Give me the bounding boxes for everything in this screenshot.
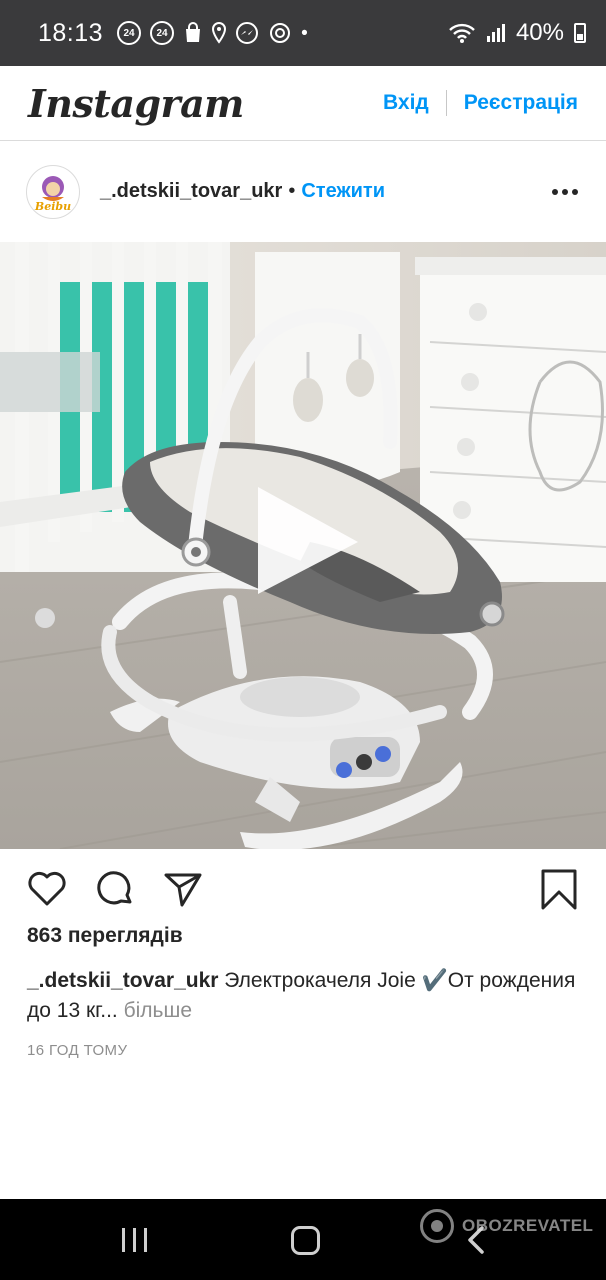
badge-24-icon: 24 bbox=[117, 21, 142, 45]
shopping-bag-icon bbox=[186, 22, 201, 42]
post-actions bbox=[0, 849, 606, 929]
caption-username[interactable]: _.detskii_tovar_ukr bbox=[27, 969, 218, 992]
navigation-bar: OBOZREVATEL bbox=[0, 1199, 606, 1280]
post-header: Beibu _.detskii_tovar_ukr • Стежити bbox=[0, 141, 606, 242]
avatar[interactable]: Beibu bbox=[26, 164, 80, 219]
system-icons: 40% bbox=[448, 19, 586, 47]
watermark-logo-icon bbox=[420, 1209, 454, 1243]
more-dot-icon: • bbox=[301, 22, 308, 44]
wifi-icon bbox=[449, 23, 475, 43]
share-icon[interactable] bbox=[162, 868, 204, 910]
watermark-text: OBOZREVATEL bbox=[462, 1216, 594, 1235]
post-caption: _.detskii_tovar_ukr Электрокачеля Joie ✔… bbox=[27, 966, 577, 1026]
separator-dot: • bbox=[288, 180, 296, 202]
instagram-logo[interactable]: Instagram bbox=[28, 81, 244, 126]
like-heart-icon[interactable] bbox=[26, 868, 68, 910]
badge-24-icon: 24 bbox=[150, 21, 175, 45]
signal-icon bbox=[486, 24, 505, 42]
sync-icon bbox=[270, 23, 291, 43]
status-time: 18:13 bbox=[38, 18, 104, 47]
follow-button[interactable]: Стежити bbox=[301, 180, 385, 203]
post-username[interactable]: _.detskii_tovar_ukr bbox=[100, 180, 282, 203]
recent-apps-icon[interactable] bbox=[122, 1228, 147, 1252]
login-link[interactable]: Вхід bbox=[383, 91, 429, 115]
post-timestamp[interactable]: 16 ГОД ТОМУ bbox=[27, 1042, 127, 1059]
comment-icon[interactable] bbox=[94, 868, 136, 910]
battery-icon bbox=[574, 23, 586, 43]
signup-link[interactable]: Реєстрація bbox=[464, 91, 578, 115]
more-options-icon[interactable] bbox=[550, 181, 580, 203]
messenger-icon bbox=[236, 22, 259, 44]
post-video[interactable] bbox=[0, 242, 606, 849]
battery-percent: 40% bbox=[515, 19, 564, 46]
view-count[interactable]: 863 переглядів bbox=[27, 924, 183, 948]
watermark: OBOZREVATEL bbox=[420, 1209, 593, 1243]
video-thumbnail bbox=[0, 242, 606, 849]
app-header: Instagram Вхід Реєстрація bbox=[0, 66, 606, 141]
notification-icons: 24 24 • bbox=[117, 21, 308, 45]
svg-text:Beibu: Beibu bbox=[34, 200, 71, 213]
status-bar: 18:13 24 24 • 40% bbox=[0, 0, 606, 66]
bookmark-icon[interactable] bbox=[538, 868, 580, 910]
home-icon[interactable] bbox=[291, 1226, 320, 1255]
divider bbox=[445, 90, 447, 116]
location-pin-icon bbox=[212, 22, 227, 44]
auth-links: Вхід Реєстрація bbox=[383, 90, 578, 116]
caption-more-link[interactable]: більше bbox=[118, 999, 192, 1022]
avatar-logo-icon: Beibu bbox=[34, 175, 71, 213]
